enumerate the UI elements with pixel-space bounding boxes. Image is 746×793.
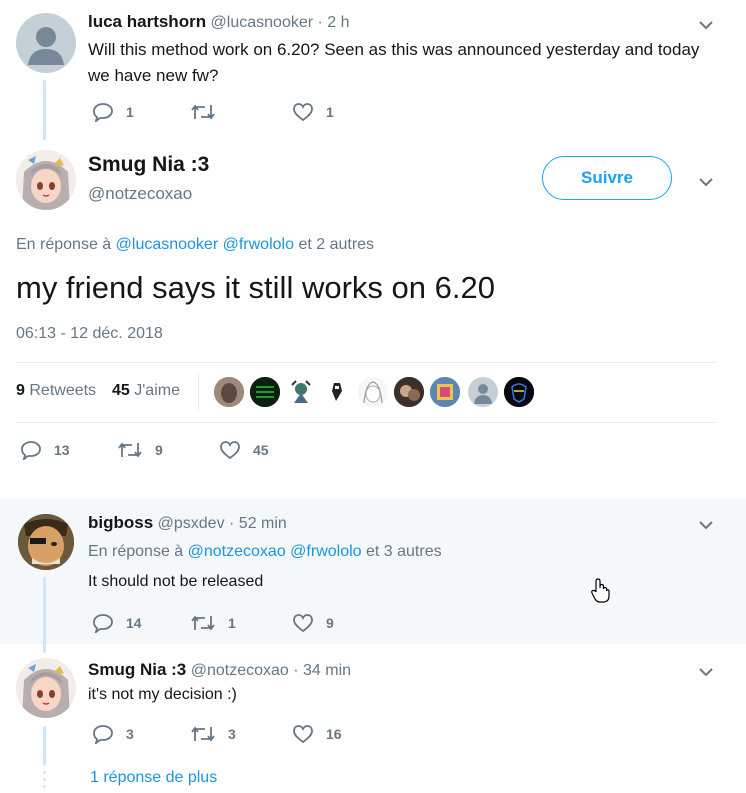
reply-button[interactable]: 3 — [92, 724, 134, 744]
anime-avatar-icon — [16, 658, 76, 718]
reply-icon — [21, 441, 41, 460]
author-name[interactable]: Smug Nia :3 — [88, 153, 209, 177]
retweet-button[interactable]: 3 — [190, 724, 236, 744]
follow-button[interactable]: Suivre — [542, 156, 672, 200]
tweet-header: bigboss @psxdev · 52 min — [88, 513, 287, 533]
divider — [16, 422, 716, 423]
retweet-button[interactable]: 1 — [190, 613, 236, 633]
thread-line — [43, 577, 46, 653]
tweet-datetime[interactable]: 06:13 - 12 déc. 2018 — [16, 325, 163, 343]
mention-link[interactable]: @frwololo — [223, 236, 294, 253]
more-replies-link[interactable]: 1 réponse de plus — [90, 769, 217, 787]
chevron-down-icon[interactable] — [697, 16, 715, 34]
tweet-time[interactable]: · 2 h — [318, 14, 350, 31]
retweet-button[interactable] — [190, 102, 228, 122]
chevron-down-icon[interactable] — [697, 516, 715, 534]
liker-avatar[interactable] — [393, 376, 425, 408]
liker-avatar[interactable] — [213, 376, 245, 408]
retweet-icon — [191, 615, 215, 631]
tweet-text: It should not be released — [88, 573, 264, 590]
tweet-text: my friend says it still works on 6.20 — [16, 270, 495, 305]
mention-link[interactable]: @frwololo — [290, 543, 361, 560]
chevron-down-icon[interactable] — [697, 173, 715, 191]
hand-cursor-icon — [591, 578, 610, 603]
liker-avatar[interactable] — [357, 376, 389, 408]
reply-icon — [93, 725, 113, 744]
likes-count[interactable]: 45 J'aime — [112, 382, 180, 400]
author-handle[interactable]: @lucasnooker — [211, 14, 314, 31]
avatar[interactable] — [18, 514, 74, 570]
avatar[interactable] — [16, 658, 76, 718]
tweet-text: it's not my decision :) — [88, 686, 237, 703]
retweets-count[interactable]: 9 Retweets — [16, 382, 96, 400]
reply-button[interactable]: 14 — [92, 613, 142, 633]
thread-line — [43, 726, 46, 766]
reply-context: En réponse à @lucasnooker @frwololo et 2… — [16, 236, 375, 253]
tweet-time[interactable]: · 34 min — [293, 662, 351, 679]
heart-icon — [293, 725, 313, 744]
anime-avatar-icon — [16, 150, 76, 210]
mention-link[interactable]: @lucasnooker — [116, 236, 219, 253]
avatar[interactable] — [16, 13, 76, 73]
liker-avatar[interactable] — [503, 376, 535, 408]
heart-icon — [293, 614, 313, 633]
avatar[interactable] — [16, 150, 76, 210]
retweet-icon — [191, 104, 215, 120]
reply-context: En réponse à @notzecoxao @frwololo et 3 … — [88, 543, 442, 560]
tweet-header: Smug Nia :3 @notzecoxao · 34 min — [88, 660, 351, 680]
divider — [198, 374, 199, 410]
divider — [16, 362, 716, 363]
author-name[interactable]: luca hartshorn — [88, 12, 206, 31]
default-avatar-icon — [28, 27, 64, 65]
thread-line — [43, 80, 46, 140]
author-handle[interactable]: @psxdev — [158, 515, 225, 532]
like-button[interactable]: 1 — [292, 102, 334, 122]
liker-avatar[interactable] — [249, 376, 281, 408]
snake-avatar-icon — [18, 514, 74, 570]
heart-icon — [220, 441, 240, 460]
heart-icon — [293, 103, 313, 122]
liker-avatar[interactable] — [321, 376, 353, 408]
reply-button[interactable]: 1 — [92, 102, 134, 122]
retweet-icon — [191, 726, 215, 742]
tweet-header: luca hartshorn @lucasnooker · 2 h — [88, 12, 350, 32]
liker-avatar[interactable] — [285, 376, 317, 408]
like-button[interactable]: 45 — [219, 440, 269, 460]
author-handle[interactable]: @notzecoxao — [88, 184, 192, 204]
like-button[interactable]: 16 — [292, 724, 342, 744]
chevron-down-icon[interactable] — [697, 663, 715, 681]
reply-button[interactable]: 13 — [20, 440, 70, 460]
reply-icon — [93, 614, 113, 633]
author-name[interactable]: bigboss — [88, 513, 153, 532]
retweet-icon — [118, 442, 142, 458]
reply-icon — [93, 103, 113, 122]
author-name[interactable]: Smug Nia :3 — [88, 660, 186, 679]
tweet-text: Will this method work on 6.20? Seen as t… — [88, 40, 700, 85]
like-button[interactable]: 9 — [292, 613, 334, 633]
mention-link[interactable]: @notzecoxao — [188, 543, 286, 560]
liker-avatar[interactable] — [429, 376, 461, 408]
author-handle[interactable]: @notzecoxao — [191, 662, 289, 679]
tweet-time[interactable]: · 52 min — [229, 515, 287, 532]
liker-avatar[interactable] — [467, 376, 499, 408]
retweet-button[interactable]: 9 — [117, 440, 163, 460]
